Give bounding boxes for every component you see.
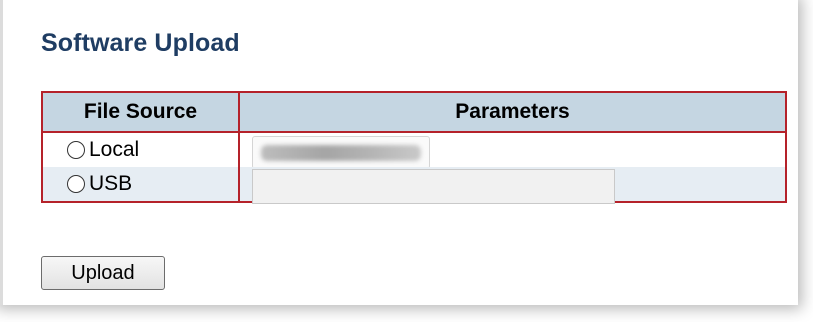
table-row-usb: USB: [41, 167, 786, 204]
parameter-cell-local: [238, 132, 786, 169]
usb-file-input[interactable]: [252, 169, 615, 204]
column-header-file-source: File Source: [41, 91, 240, 133]
software-upload-panel: Software Upload File Source Parameters L…: [0, 0, 798, 305]
upload-button[interactable]: Upload: [41, 256, 165, 290]
source-cell-local: Local: [41, 132, 239, 167]
redacted-file-label: [261, 145, 421, 161]
file-source-table: File Source Parameters Local USB: [41, 91, 787, 204]
table-row-local: Local: [41, 132, 786, 169]
column-header-parameters: Parameters: [238, 91, 787, 133]
choose-file-button[interactable]: [252, 136, 430, 169]
local-radio-button[interactable]: [67, 141, 85, 159]
source-cell-usb: USB: [41, 167, 239, 202]
usb-radio-option[interactable]: USB: [43, 172, 238, 196]
page-frame: Software Upload File Source Parameters L…: [0, 0, 813, 322]
local-radio-label: Local: [89, 138, 140, 161]
usb-radio-label: USB: [89, 172, 133, 195]
local-radio-option[interactable]: Local: [43, 138, 238, 162]
parameter-cell-usb: [238, 167, 786, 204]
page-title: Software Upload: [41, 29, 240, 57]
table-header-row: File Source Parameters: [41, 91, 787, 133]
usb-radio-button[interactable]: [67, 175, 85, 193]
